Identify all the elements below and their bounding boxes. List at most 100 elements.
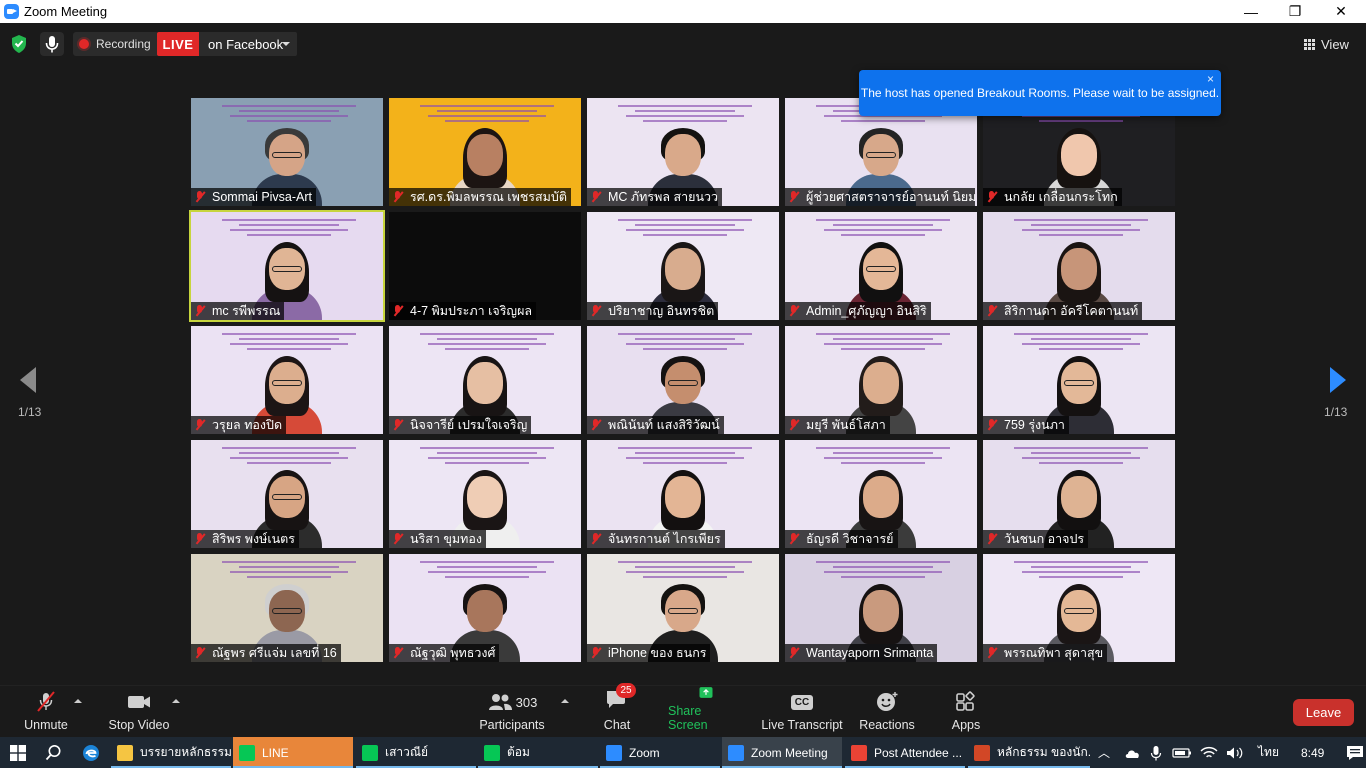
microphone-muted-icon [788, 191, 800, 203]
recording-indicator[interactable]: Recording [73, 32, 159, 56]
participant-video-tile[interactable]: จันทรกานต์ ไกรเพียร [587, 440, 779, 548]
wifi-icon[interactable] [1200, 746, 1218, 760]
maximize-button[interactable]: ❐ [1272, 0, 1318, 23]
participant-video-tile[interactable]: Admin_ศุภัญญา อินสิริ [785, 212, 977, 320]
reactions-button[interactable]: Reactions [829, 686, 945, 738]
taskbar-app-button[interactable]: Zoom [600, 737, 720, 768]
close-window-button[interactable]: ✕ [1318, 0, 1364, 23]
windows-start-icon[interactable] [10, 745, 26, 761]
participants-button[interactable]: 303 Participants [478, 686, 546, 738]
share-screen-button[interactable]: Share Screen [668, 686, 744, 738]
taskbar-app-label: เสาวณีย์ [385, 745, 429, 759]
battery-icon[interactable] [1172, 747, 1192, 759]
participant-name-bar: ธัญรดี วิชาจารย์ [785, 530, 898, 548]
leave-meeting-button[interactable]: Leave [1293, 699, 1354, 726]
microphone-muted-icon [986, 191, 998, 203]
virtual-background-slide-text [205, 102, 373, 124]
participant-video-tile[interactable]: วรุยล ทองปิด [191, 326, 383, 434]
chat-button[interactable]: 25 Chat [597, 683, 637, 738]
participant-name-bar: Wantayaporn Srimanta [785, 644, 938, 662]
taskbar-app-button[interactable]: LINE [233, 737, 353, 768]
participant-video-tile[interactable]: วันชนก อาจปร [983, 440, 1175, 548]
virtual-background-slide-text [403, 330, 571, 352]
close-notification-button[interactable]: × [1207, 72, 1214, 86]
edge-browser-icon[interactable] [82, 744, 100, 762]
participant-video-tile[interactable]: รศ.ดร.พิมลพรรณ เพชรสมบัติ [389, 98, 581, 206]
taskbar-app-button[interactable]: Zoom Meeting [722, 737, 842, 768]
participant-name: Admin_ศุภัญญา อินสิริ [806, 304, 927, 318]
participant-video-tile[interactable]: สิริพร พงษ์เนตร [191, 440, 383, 548]
participant-video-tile[interactable]: Wantayaporn Srimanta [785, 554, 977, 662]
participant-video-tile[interactable]: Sommai Pivsa-Art [191, 98, 383, 206]
shield-icon[interactable] [10, 34, 28, 54]
unmute-button[interactable]: Unmute [18, 686, 74, 738]
participant-video-tile[interactable]: iPhone ของ ธนกร [587, 554, 779, 662]
participants-icon-group: 303 [487, 691, 537, 713]
participant-video-tile[interactable]: นิจจารีย์ เปรมใจเจริญ [389, 326, 581, 434]
microphone-muted-icon [392, 191, 404, 203]
virtual-background-slide-text [403, 444, 571, 466]
share-screen-icon [699, 687, 713, 698]
next-page-arrow-icon[interactable] [1328, 366, 1348, 394]
participant-video-tile[interactable]: นริสา ขุมทอง [389, 440, 581, 548]
taskbar-app-button[interactable]: ต้อม [478, 737, 598, 768]
microphone-muted-icon [392, 305, 404, 317]
participant-name-bar: วันชนก อาจปร [983, 530, 1089, 548]
participant-name: วันชนก อาจปร [1004, 532, 1085, 546]
previous-page-arrow-icon[interactable] [18, 366, 38, 394]
participant-name: MC ภัทรพล สายนวว [608, 190, 719, 204]
participant-video-tile[interactable]: มยุรี พันธ์โสภา [785, 326, 977, 434]
participant-name-bar: ปริยาชาญ อินทรชิต [587, 302, 719, 320]
participant-video-tile[interactable]: ธัญรดี วิชาจารย์ [785, 440, 977, 548]
participant-name-bar: จันทรกานต์ ไกรเพียร [587, 530, 725, 548]
action-center-icon[interactable] [1346, 745, 1364, 761]
search-icon[interactable] [45, 744, 62, 761]
virtual-background-slide-text [799, 558, 967, 580]
taskbar-app-label: Post Attendee ... [874, 745, 963, 760]
participant-video-tile[interactable]: พรรณทิพา สุดาสุข [983, 554, 1175, 662]
participant-video-tile[interactable]: สิริกานดา อัครีโคตานนท์ [983, 212, 1175, 320]
audio-indicator-button[interactable] [40, 32, 64, 56]
participant-name: 759 รุ่งนภา [1004, 418, 1065, 432]
reactions-label: Reactions [859, 718, 915, 732]
participant-name: นิจจารีย์ เปรมใจเจริญ [410, 418, 528, 432]
participant-video-tile[interactable]: พณินันท์ แสงสิริวัฒน์ [587, 326, 779, 434]
participant-video-tile[interactable]: mc รพีพรรณ [191, 212, 383, 320]
volume-icon[interactable] [1226, 746, 1244, 760]
clock-time[interactable]: 8:49 [1301, 746, 1324, 760]
taskbar-app-button[interactable]: Post Attendee ... [845, 737, 965, 768]
window-titlebar: Zoom Meeting — ❐ ✕ [0, 0, 1366, 23]
view-button[interactable]: View [1304, 33, 1349, 55]
participant-name: สิริกานดา อัครีโคตานนท์ [1004, 304, 1139, 318]
apps-label: Apps [951, 718, 981, 732]
video-options-chevron-icon[interactable] [172, 699, 180, 703]
audio-options-chevron-icon[interactable] [74, 699, 82, 703]
participant-name: รศ.ดร.พิมลพรรณ เพชรสมบัติ [410, 190, 567, 204]
taskbar-app-button[interactable]: หลักธรรม ของนัก... [968, 737, 1090, 768]
participants-options-chevron-icon[interactable] [561, 699, 569, 703]
show-hidden-icons-chevron-icon[interactable]: ︿ [1098, 744, 1110, 761]
participant-video-tile[interactable]: 4-7 พิมประภา เจริญผล [389, 212, 581, 320]
input-language-indicator[interactable]: ไทย [1258, 743, 1279, 762]
apps-button[interactable]: Apps [946, 686, 986, 738]
chat-unread-badge: 25 [616, 683, 636, 698]
participant-video-tile[interactable]: ณัฐวุฒิ พุทธวงศ์ [389, 554, 581, 662]
microphone-muted-icon [986, 305, 998, 317]
onedrive-cloud-icon[interactable] [1124, 747, 1142, 759]
participants-icon [488, 694, 512, 710]
taskbar-app-button[interactable]: เสาวณีย์ [356, 737, 476, 768]
participant-name-bar: iPhone ของ ธนกร [587, 644, 711, 662]
stop-video-button[interactable]: Stop Video [105, 686, 173, 738]
participant-video-tile[interactable]: ณัฐพร ศรีแจ่ม เลขที่ 16 [191, 554, 383, 662]
live-destination-dropdown[interactable]: on Facebook [199, 32, 297, 56]
tray-microphone-icon[interactable] [1150, 745, 1162, 761]
recording-label: Recording [96, 37, 151, 51]
taskbar-app-label: Zoom [629, 745, 660, 760]
participant-video-tile[interactable]: ปริยาชาญ อินทรชิต [587, 212, 779, 320]
minimize-button[interactable]: — [1228, 0, 1274, 23]
participant-video-tile[interactable]: MC ภัทรพล สายนวว [587, 98, 779, 206]
virtual-background-slide-text [601, 216, 769, 238]
participant-name: ผู้ช่วยศาสตราจารย์อานนท์ นิยม... [806, 190, 975, 204]
participant-video-tile[interactable]: 759 รุ่งนภา [983, 326, 1175, 434]
taskbar-app-button[interactable]: บรรยายหลักธรรม [111, 737, 231, 768]
